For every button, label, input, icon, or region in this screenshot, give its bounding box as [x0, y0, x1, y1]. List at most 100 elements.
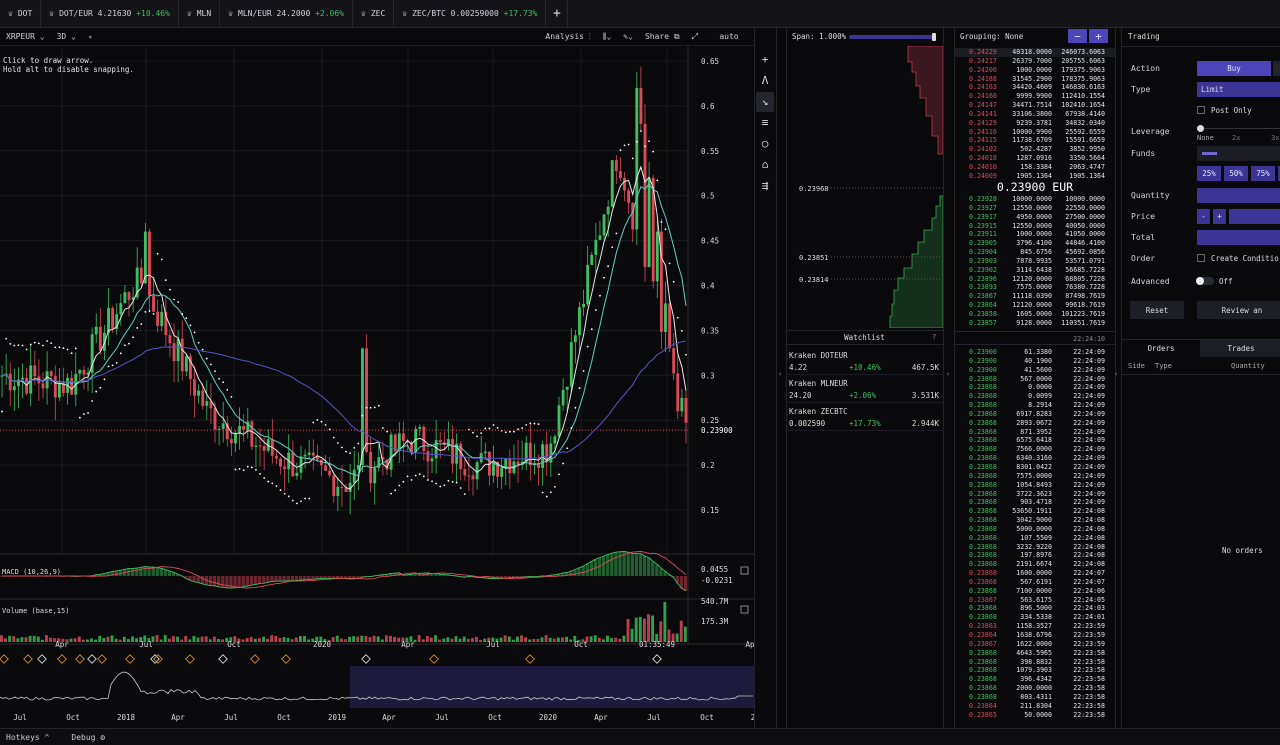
position-tool-icon[interactable]: ⇶ — [756, 175, 774, 195]
bid-row[interactable]: 0.23903 7878.9935 53571.0791 — [955, 257, 1115, 266]
quantity-input[interactable] — [1197, 188, 1280, 203]
watchlist-item[interactable]: Kraken MLNEUR 24.20 +2.06% 3.531K — [786, 377, 943, 403]
ask-row[interactable]: 0.24141 33106.3800 67938.4140 — [955, 110, 1115, 119]
bid-row[interactable]: 0.23902 3114.6438 56685.7228 — [955, 266, 1115, 275]
price-increment-button[interactable]: + — [1213, 209, 1226, 224]
ask-row[interactable]: 0.24102 502.4287 3852.9950 — [955, 145, 1115, 154]
trade-row[interactable]: 0.23868 3722.3623 22:24:09 — [955, 490, 1115, 499]
trade-row[interactable]: 0.23863 1158.3527 22:23:59 — [955, 622, 1115, 631]
collapse-left-icon[interactable]: › — [778, 370, 782, 378]
order-type-select[interactable]: Limit — [1197, 82, 1280, 97]
depth-chart[interactable]: Span: 1.000% 0.23968 0.23851 0.23814 — [786, 28, 943, 328]
ask-row[interactable]: 0.24163 34420.4609 146830.6163 — [955, 83, 1115, 92]
create-condition-checkbox[interactable] — [1197, 254, 1205, 262]
symbol-select[interactable]: XRPEUR ⌄ — [0, 28, 51, 46]
bid-row[interactable]: 0.23905 3796.4100 44846.4100 — [955, 239, 1115, 248]
bid-row[interactable]: 0.23867 11118.0390 87498.7619 — [955, 292, 1115, 301]
bid-row[interactable]: 0.23857 9128.0000 110351.7619 — [955, 319, 1115, 328]
circle-tool-icon[interactable]: ○ — [756, 133, 774, 153]
trade-row[interactable]: 0.23868 7100.0000 22:24:06 — [955, 587, 1115, 596]
ask-row[interactable]: 0.24147 34471.7514 102410.1654 — [955, 101, 1115, 110]
pct-75-button[interactable]: 75% — [1251, 166, 1275, 181]
measure-tool-icon[interactable]: ⌂ — [756, 154, 774, 174]
watchlist-item[interactable]: Kraken DOTEUR 4.22 +10.46% 467.5K — [786, 349, 943, 375]
trade-row[interactable]: 0.23868 803.4311 22:23:58 — [955, 693, 1115, 702]
pct-25-button[interactable]: 25% — [1197, 166, 1221, 181]
trade-row[interactable]: 0.23868 396.4342 22:23:58 — [955, 675, 1115, 684]
trade-row[interactable]: 0.23868 2893.0672 22:24:09 — [955, 419, 1115, 428]
trade-row[interactable]: 0.23868 107.5509 22:24:08 — [955, 534, 1115, 543]
advanced-toggle[interactable] — [1196, 277, 1214, 285]
hotkeys-button[interactable]: Hotkeys ^ — [0, 733, 55, 742]
bid-row[interactable]: 0.23927 12550.0000 22550.0000 — [955, 204, 1115, 213]
watchlist-item[interactable]: Kraken ZECBTC 0.002590 +17.73% 2.944K — [786, 405, 943, 431]
bid-row[interactable]: 0.23917 4950.0000 27500.0000 — [955, 213, 1115, 222]
trade-row[interactable]: 0.23868 7575.0000 22:24:09 — [955, 472, 1115, 481]
trade-row[interactable]: 0.23864 211.8304 22:23:58 — [955, 702, 1115, 711]
trade-row[interactable]: 0.23868 1079.3903 22:23:58 — [955, 666, 1115, 675]
trade-row[interactable]: 0.23868 4643.5965 22:23:58 — [955, 649, 1115, 658]
bid-row[interactable]: 0.23904 845.6756 45692.0856 — [955, 248, 1115, 257]
ask-row[interactable]: 0.24115 11738.6709 15591.6659 — [955, 136, 1115, 145]
trade-row[interactable]: 0.23868 3232.9220 22:24:08 — [955, 543, 1115, 552]
watchlist-help-icon[interactable]: ? — [932, 333, 936, 341]
trade-row[interactable]: 0.23868 896.5000 22:24:03 — [955, 604, 1115, 613]
trade-row[interactable]: 0.23868 8.2914 22:24:09 — [955, 401, 1115, 410]
review-button[interactable]: Review an — [1197, 301, 1280, 319]
arrow-tool-icon[interactable]: ↘ — [756, 91, 774, 112]
trade-row[interactable]: 0.23900 40.1900 22:24:09 — [955, 357, 1115, 366]
price-chart[interactable]: 0.65 0.6 0.55 0.5 0.45 0.4 0.35 0.3 0.25 0.2 0.15 0… — [0, 46, 755, 728]
ask-row[interactable]: 0.24018 1287.0916 3350.5664 — [955, 154, 1115, 163]
debug-button[interactable]: Debug ⚙ — [65, 733, 111, 742]
ask-row[interactable]: 0.24200 1000.0000 179375.9063 — [955, 66, 1115, 75]
trade-row[interactable]: 0.23864 1638.6796 22:23:59 — [955, 631, 1115, 640]
trade-row[interactable]: 0.23868 6917.8283 22:24:09 — [955, 410, 1115, 419]
trade-row[interactable]: 0.23867 1622.0000 22:23:59 — [955, 640, 1115, 649]
trade-row[interactable]: 0.23868 334.5338 22:24:01 — [955, 613, 1115, 622]
ask-row[interactable]: 0.24129 9239.3781 34832.0340 — [955, 119, 1115, 128]
trade-row[interactable]: 0.23868 5000.0000 22:24:08 — [955, 525, 1115, 534]
favorite-star-icon[interactable]: ★ — [82, 28, 99, 46]
trade-row[interactable]: 0.23865 50.0000 22:23:58 — [955, 711, 1115, 720]
trade-row[interactable]: 0.23868 53650.1911 22:24:08 — [955, 507, 1115, 516]
ask-row[interactable]: 0.24217 26379.7000 205755.6063 — [955, 57, 1115, 66]
bid-row[interactable]: 0.23864 12120.0000 99618.7619 — [955, 301, 1115, 310]
bid-row[interactable]: 0.23915 12550.0000 40050.0000 — [955, 222, 1115, 231]
bid-row[interactable]: 0.23911 1000.0000 41050.0000 — [955, 230, 1115, 239]
grouping-label[interactable]: Grouping: None — [960, 32, 1023, 41]
sell-button[interactable] — [1273, 61, 1280, 76]
line-tool-icon[interactable]: Λ — [756, 71, 774, 91]
trade-row[interactable]: 0.23868 0.0099 22:24:09 — [955, 392, 1115, 401]
ask-row[interactable]: 0.24010 158.3384 2063.4747 — [955, 163, 1115, 172]
total-input[interactable] — [1197, 230, 1280, 245]
trade-row[interactable]: 0.23868 567.6191 22:24:07 — [955, 578, 1115, 587]
analysis-button[interactable]: Analysis ⫶ — [539, 28, 596, 46]
bid-row[interactable]: 0.23893 7575.0000 76380.7228 — [955, 283, 1115, 292]
collapse-mid-icon[interactable]: › — [946, 370, 950, 378]
tab-mln[interactable]: ♛ MLN — [179, 0, 221, 28]
auto-scale-button[interactable]: auto — [704, 28, 754, 46]
trade-row[interactable]: 0.23868 7566.0000 22:24:09 — [955, 445, 1115, 454]
pct-50-button[interactable]: 50% — [1224, 166, 1248, 181]
price-decrement-button[interactable]: - — [1197, 209, 1210, 224]
grouping-plus-button[interactable]: + — [1089, 29, 1108, 43]
tab-orders[interactable]: Orders — [1122, 340, 1200, 357]
tab-trades[interactable]: Trades — [1200, 340, 1280, 357]
trade-row[interactable]: 0.23868 8301.0422 22:24:09 — [955, 463, 1115, 472]
buy-button[interactable]: Buy — [1197, 61, 1271, 76]
leverage-slider-handle[interactable] — [1197, 125, 1204, 132]
trade-row[interactable]: 0.23868 1054.8493 22:24:09 — [955, 481, 1115, 490]
tab-zec[interactable]: ♛ ZEC — [353, 0, 395, 28]
fib-tool-icon[interactable]: ≡ — [756, 113, 774, 133]
trade-row[interactable]: 0.23868 6340.3160 22:24:09 — [955, 454, 1115, 463]
trade-row[interactable]: 0.23868 1600.0000 22:24:07 — [955, 569, 1115, 578]
trade-row[interactable]: 0.23868 6575.6418 22:24:09 — [955, 436, 1115, 445]
trade-row[interactable]: 0.23868 398.8832 22:23:58 — [955, 658, 1115, 667]
tab-dot[interactable]: ♛ DOT — [0, 0, 42, 28]
ask-row[interactable]: 0.24188 31545.2900 178375.9063 — [955, 75, 1115, 84]
tab-mln-eur[interactable]: ♛ MLN/EUR 24.2000 +2.06% — [220, 0, 353, 28]
interval-select[interactable]: 3D ⌄ — [51, 28, 82, 46]
span-slider-handle[interactable] — [932, 33, 936, 41]
ask-row[interactable]: 0.24229 40318.0000 246073.6063 — [955, 48, 1115, 57]
tab-zec-btc[interactable]: ♛ ZEC/BTC 0.00259000 +17.73% — [394, 0, 547, 28]
